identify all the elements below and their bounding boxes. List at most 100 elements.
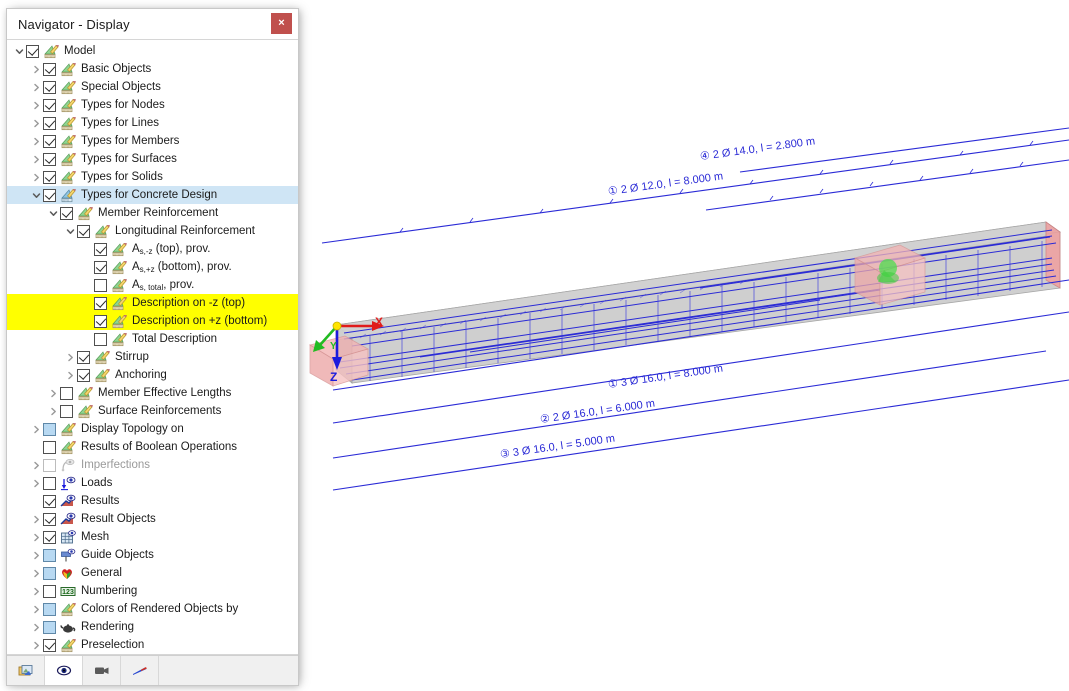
checkbox-mesh[interactable]	[43, 531, 56, 544]
tree-item-member-effective-lengths[interactable]: Member Effective Lengths	[7, 384, 298, 402]
chevron-down-icon[interactable]	[13, 42, 26, 60]
chevron-right-icon[interactable]	[30, 168, 43, 186]
tree-item-display-topology-on[interactable]: Display Topology on	[7, 420, 298, 438]
checkbox-description-on-minus-z-top[interactable]	[94, 297, 107, 310]
checkbox-colors-of-rendered-objects-by[interactable]	[43, 603, 56, 616]
tree-item-numbering[interactable]: 123Numbering	[7, 582, 298, 600]
tree-item-mesh[interactable]: Mesh	[7, 528, 298, 546]
checkbox-results[interactable]	[43, 495, 56, 508]
chevron-right-icon[interactable]	[30, 600, 43, 618]
checkbox-longitudinal-reinforcement[interactable]	[77, 225, 90, 238]
chevron-right-icon[interactable]	[30, 546, 43, 564]
tree-item-basic-objects[interactable]: Basic Objects	[7, 60, 298, 78]
chevron-right-icon[interactable]	[47, 384, 60, 402]
chevron-right-icon[interactable]	[30, 150, 43, 168]
checkbox-rendering[interactable]	[43, 621, 56, 634]
tree-item-general[interactable]: General	[7, 564, 298, 582]
tree-item-preselection[interactable]: Preselection	[7, 636, 298, 654]
checkbox-as-minus-z-top-prov[interactable]	[94, 243, 107, 256]
checkbox-result-objects[interactable]	[43, 513, 56, 526]
checkbox-total-description[interactable]	[94, 333, 107, 346]
tree-item-model[interactable]: Model	[7, 42, 298, 60]
checkbox-general[interactable]	[43, 567, 56, 580]
chevron-right-icon[interactable]	[30, 636, 43, 654]
tree-item-types-for-nodes[interactable]: Types for Nodes	[7, 96, 298, 114]
checkbox-member-effective-lengths[interactable]	[60, 387, 73, 400]
tree-item-loads[interactable]: Loads	[7, 474, 298, 492]
checkbox-types-for-members[interactable]	[43, 135, 56, 148]
chevron-right-icon[interactable]	[30, 132, 43, 150]
tree-item-types-for-solids[interactable]: Types for Solids	[7, 168, 298, 186]
chevron-right-icon[interactable]	[30, 78, 43, 96]
chevron-right-icon[interactable]	[30, 618, 43, 636]
tree-item-member-reinforcement[interactable]: Member Reinforcement	[7, 204, 298, 222]
tree-item-imperfections[interactable]: Imperfections	[7, 456, 298, 474]
checkbox-imperfections[interactable]	[43, 459, 56, 472]
tree-item-colors-of-rendered-objects-by[interactable]: Colors of Rendered Objects by	[7, 600, 298, 618]
checkbox-numbering[interactable]	[43, 585, 56, 598]
chevron-right-icon[interactable]	[30, 528, 43, 546]
close-icon[interactable]: ×	[271, 13, 292, 34]
chevron-right-icon[interactable]	[30, 96, 43, 114]
tree-item-as-minus-z-top-prov[interactable]: As,-z (top), prov.	[7, 240, 298, 258]
checkbox-description-on-plus-z-bottom[interactable]	[94, 315, 107, 328]
navigator-tree[interactable]: Model Basic Objects Special Objects	[7, 40, 298, 655]
chevron-right-icon[interactable]	[30, 60, 43, 78]
chevron-right-icon[interactable]	[30, 114, 43, 132]
display-navigator-button[interactable]	[7, 656, 45, 685]
tree-item-rendering[interactable]: Rendering	[7, 618, 298, 636]
tree-item-types-for-members[interactable]: Types for Members	[7, 132, 298, 150]
checkbox-types-for-nodes[interactable]	[43, 99, 56, 112]
chevron-down-icon[interactable]	[30, 186, 43, 204]
tree-item-special-objects[interactable]: Special Objects	[7, 78, 298, 96]
chevron-right-icon[interactable]	[30, 564, 43, 582]
tree-item-result-objects[interactable]: Result Objects	[7, 510, 298, 528]
tree-item-longitudinal-reinforcement[interactable]: Longitudinal Reinforcement	[7, 222, 298, 240]
chevron-right-icon[interactable]	[64, 348, 77, 366]
tree-item-types-for-concrete-design[interactable]: Types for Concrete Design	[7, 186, 298, 204]
checkbox-types-for-solids[interactable]	[43, 171, 56, 184]
camera-navigator-button[interactable]	[83, 656, 121, 685]
checkbox-basic-objects[interactable]	[43, 63, 56, 76]
chevron-right-icon[interactable]	[47, 402, 60, 420]
checkbox-display-topology-on[interactable]	[43, 423, 56, 436]
chevron-down-icon[interactable]	[64, 222, 77, 240]
checkbox-loads[interactable]	[43, 477, 56, 490]
tree-item-as-total-prov[interactable]: As, total, prov.	[7, 276, 298, 294]
checkbox-types-for-lines[interactable]	[43, 117, 56, 130]
checkbox-special-objects[interactable]	[43, 81, 56, 94]
checkbox-surface-reinforcements[interactable]	[60, 405, 73, 418]
chevron-right-icon[interactable]	[30, 510, 43, 528]
checkbox-types-for-surfaces[interactable]	[43, 153, 56, 166]
checkbox-guide-objects[interactable]	[43, 549, 56, 562]
checkbox-as-total-prov[interactable]	[94, 279, 107, 292]
checkbox-results-of-boolean-operations[interactable]	[43, 441, 56, 454]
checkbox-preselection[interactable]	[43, 639, 56, 652]
tree-item-total-description[interactable]: Total Description	[7, 330, 298, 348]
chevron-right-icon[interactable]	[30, 420, 43, 438]
tree-item-types-for-lines[interactable]: Types for Lines	[7, 114, 298, 132]
tree-item-results[interactable]: Results	[7, 492, 298, 510]
results-navigator-button[interactable]	[121, 656, 159, 685]
chevron-right-icon[interactable]	[30, 582, 43, 600]
tree-item-guide-objects[interactable]: Guide Objects	[7, 546, 298, 564]
tree-item-types-for-surfaces[interactable]: Types for Surfaces	[7, 150, 298, 168]
chevron-right-icon[interactable]	[64, 366, 77, 384]
tree-item-results-of-boolean-operations[interactable]: Results of Boolean Operations	[7, 438, 298, 456]
tree-item-anchoring[interactable]: Anchoring	[7, 366, 298, 384]
checkbox-member-reinforcement[interactable]	[60, 207, 73, 220]
tree-item-as-plus-z-bottom-prov[interactable]: As,+z (bottom), prov.	[7, 258, 298, 276]
checkbox-as-plus-z-bottom-prov[interactable]	[94, 261, 107, 274]
chevron-down-icon[interactable]	[47, 204, 60, 222]
tree-item-surface-reinforcements[interactable]: Surface Reinforcements	[7, 402, 298, 420]
view-navigator-button[interactable]	[45, 656, 83, 685]
tree-item-description-on-minus-z-top[interactable]: Description on -z (top)	[7, 294, 298, 312]
chevron-right-icon[interactable]	[30, 474, 43, 492]
checkbox-stirrup[interactable]	[77, 351, 90, 364]
checkbox-anchoring[interactable]	[77, 369, 90, 382]
checkbox-types-for-concrete-design[interactable]	[43, 189, 56, 202]
checkbox-model[interactable]	[26, 45, 39, 58]
tree-item-stirrup[interactable]: Stirrup	[7, 348, 298, 366]
chevron-right-icon[interactable]	[30, 456, 43, 474]
tree-item-description-on-plus-z-bottom[interactable]: Description on +z (bottom)	[7, 312, 298, 330]
